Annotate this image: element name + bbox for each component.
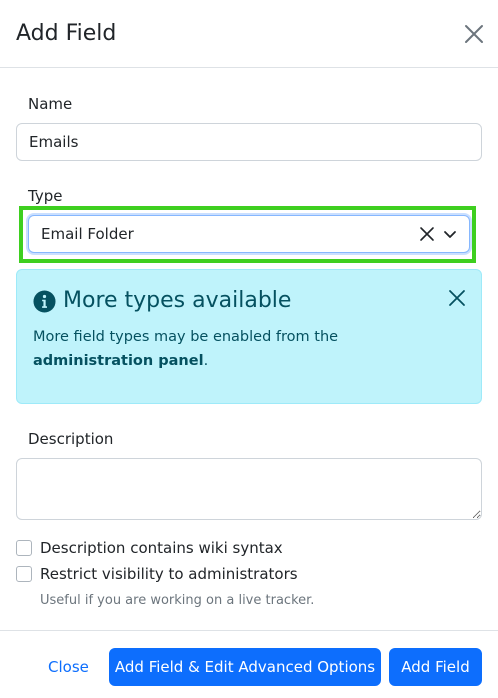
dialog-footer: Close Add Field & Edit Advanced Options … <box>0 630 498 698</box>
alert-body: More field types may be enabled from the… <box>33 325 453 373</box>
restrict-visibility-checkbox[interactable] <box>16 566 32 582</box>
name-input[interactable] <box>16 123 482 161</box>
administration-panel-link[interactable]: administration panel <box>33 353 204 369</box>
restrict-visibility-label[interactable]: Restrict visibility to administrators <box>40 564 298 584</box>
chevron-down-icon[interactable] <box>443 227 457 241</box>
alert-body-text: More field types may be enabled from the <box>33 329 339 345</box>
type-select[interactable]: Email Folder <box>28 215 470 253</box>
close-button[interactable]: Close <box>36 648 101 686</box>
dialog-header: Add Field <box>0 0 498 68</box>
description-label: Description <box>28 430 114 448</box>
info-icon <box>33 290 56 313</box>
wiki-syntax-label[interactable]: Description contains wiki syntax <box>40 538 283 558</box>
more-types-alert: More types available More field types ma… <box>16 269 482 404</box>
alert-body-end: . <box>203 353 209 369</box>
close-icon[interactable] <box>462 22 486 46</box>
wiki-syntax-checkbox[interactable] <box>16 540 32 556</box>
description-textarea[interactable] <box>16 458 482 520</box>
alert-close-icon[interactable] <box>447 288 467 308</box>
clear-icon[interactable] <box>419 226 435 242</box>
add-field-button[interactable]: Add Field <box>389 648 482 686</box>
alert-title: More types available <box>63 288 292 313</box>
name-label: Name <box>28 95 73 113</box>
dialog-title: Add Field <box>16 21 117 46</box>
type-select-value: Email Folder <box>41 225 134 243</box>
add-field-edit-advanced-button[interactable]: Add Field & Edit Advanced Options <box>109 648 381 686</box>
restrict-visibility-help: Useful if you are working on a live trac… <box>40 593 315 608</box>
type-label: Type <box>28 187 63 205</box>
